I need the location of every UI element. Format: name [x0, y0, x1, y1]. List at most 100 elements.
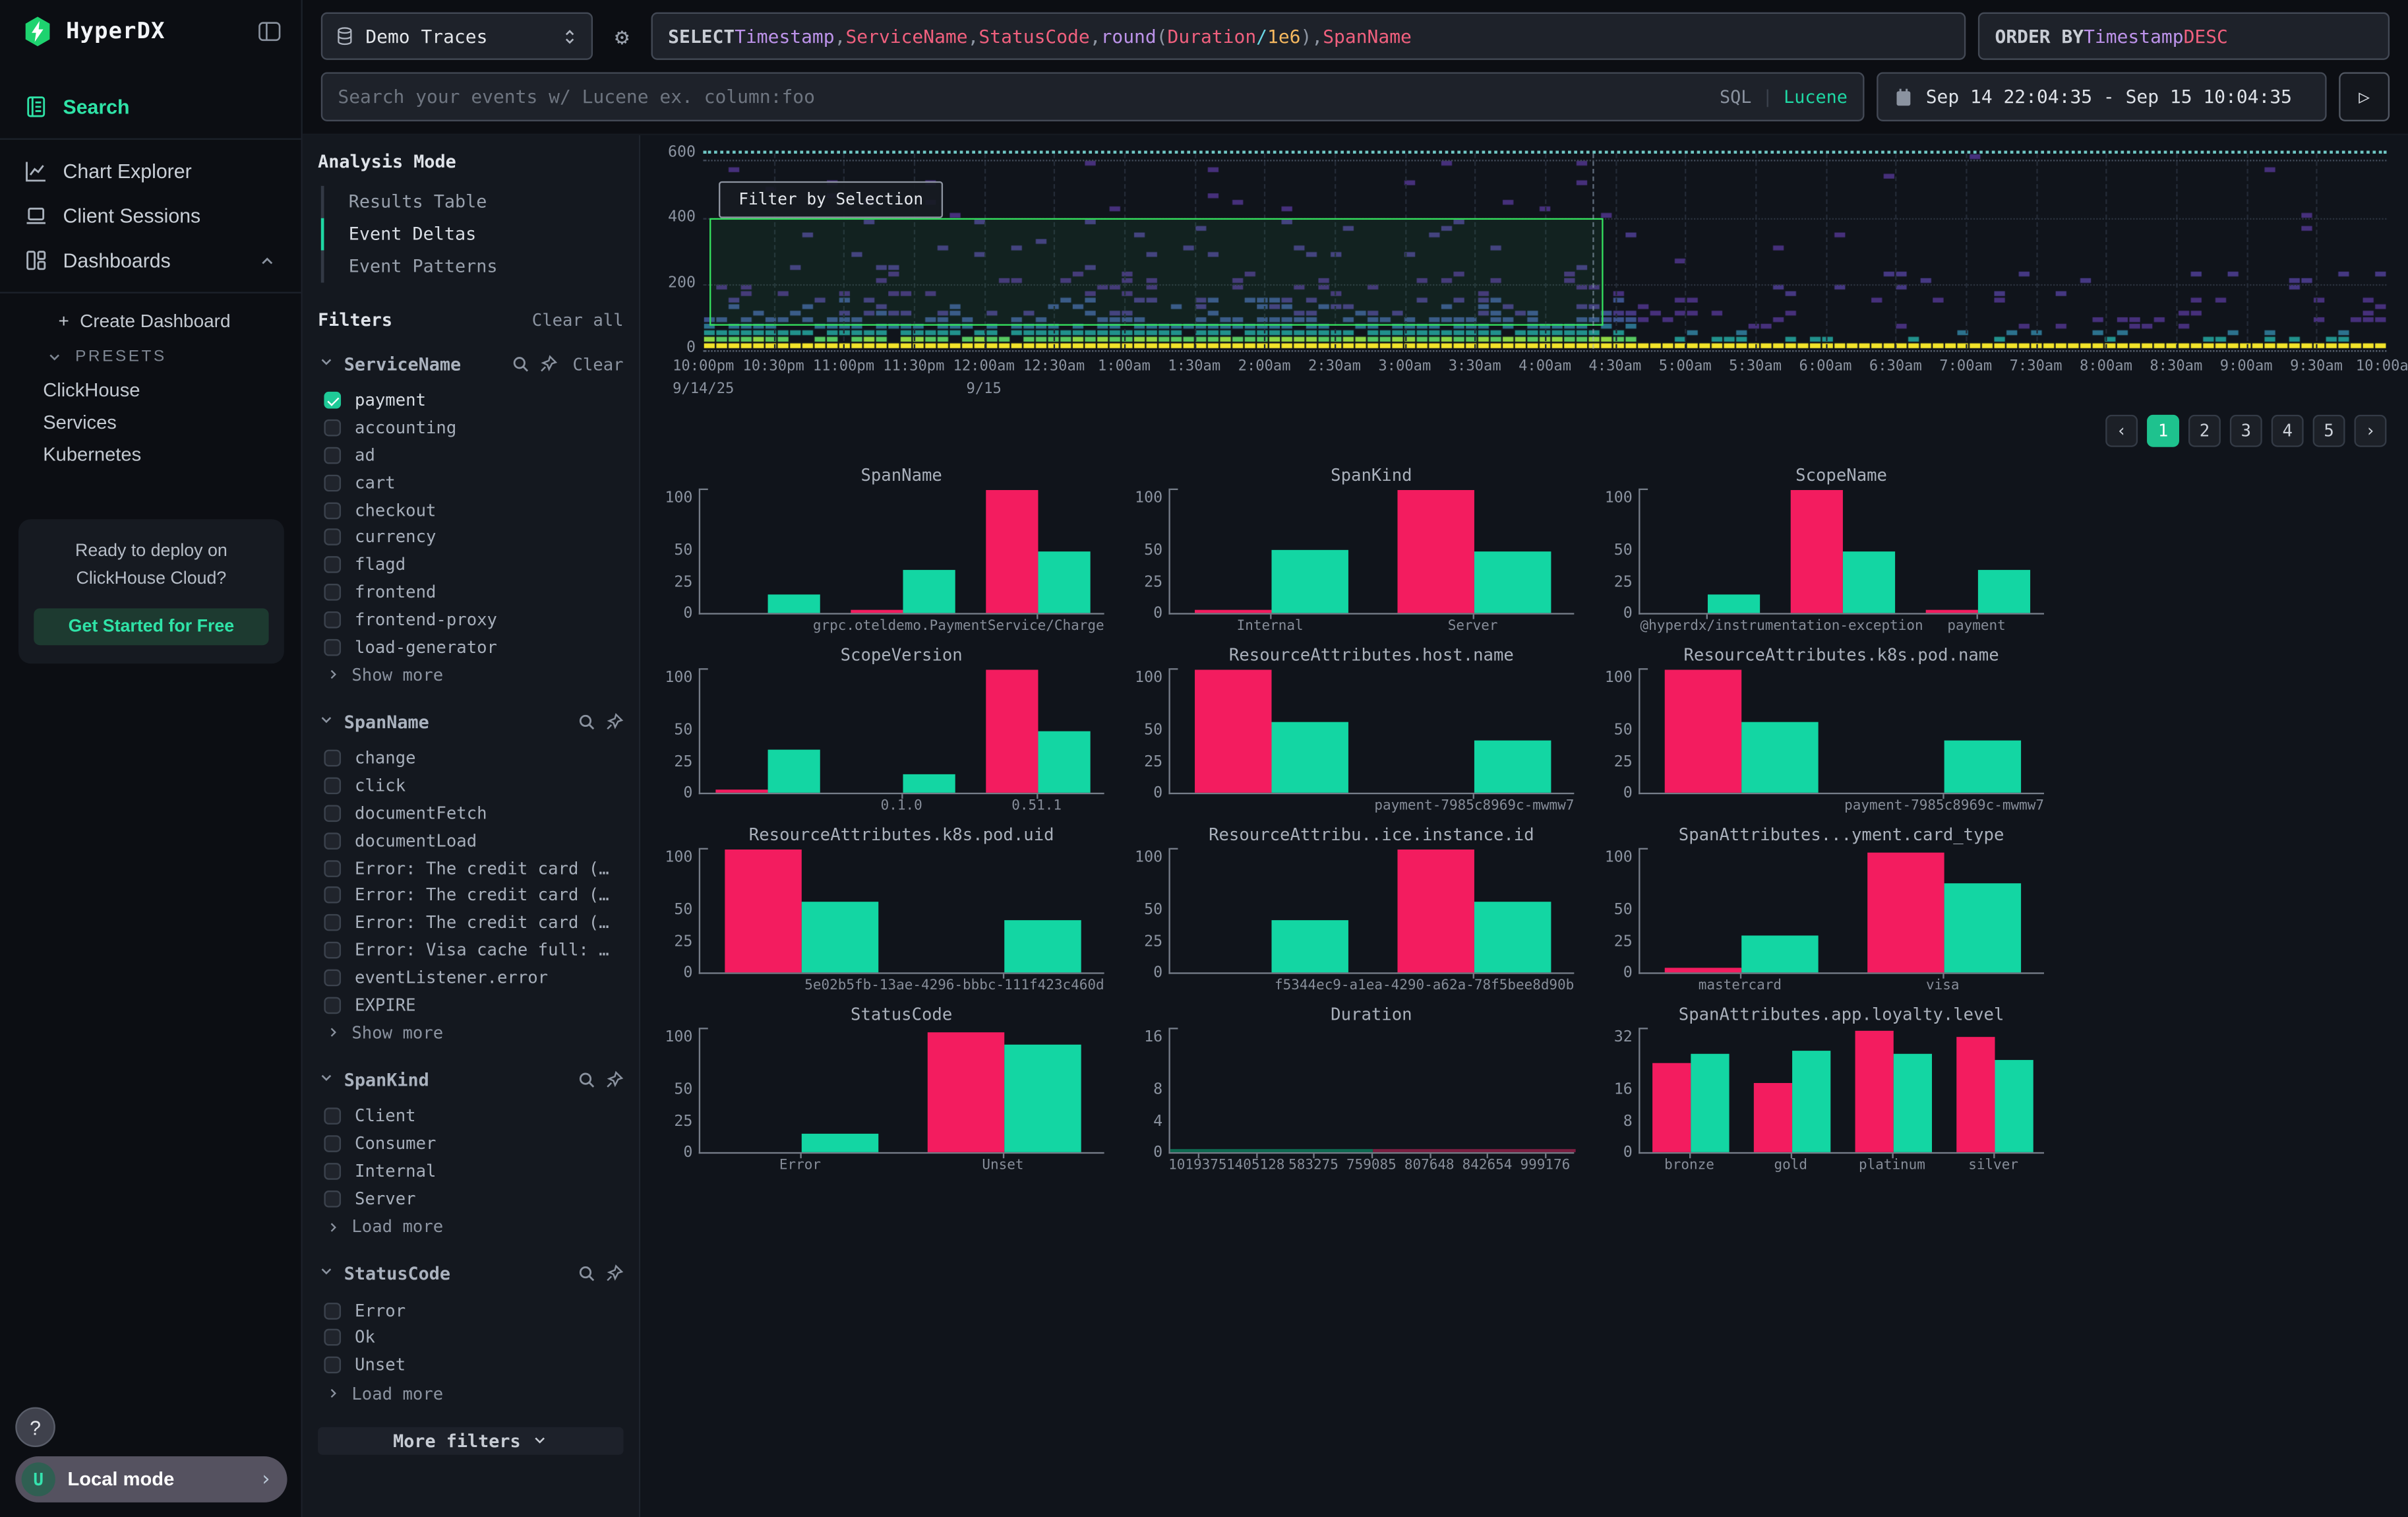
mode-event-deltas[interactable]: Event Deltas: [321, 218, 624, 251]
search-input[interactable]: [322, 74, 1863, 120]
filter-option-frontend-proxy[interactable]: frontend-proxy: [318, 606, 623, 633]
clear-group-button[interactable]: Clear: [572, 354, 623, 374]
filter-option-payment[interactable]: payment: [318, 387, 623, 414]
preset-services[interactable]: Services: [0, 406, 301, 438]
checkbox[interactable]: [324, 502, 341, 519]
source-select[interactable]: Demo Traces: [321, 13, 593, 60]
events-heatmap[interactable]: 6004002000Filter by Selection10:00pm10:3…: [640, 135, 2408, 409]
run-query-button[interactable]: ▷: [2339, 72, 2390, 121]
page-button-1[interactable]: 1: [2147, 415, 2179, 447]
checkbox[interactable]: [324, 996, 341, 1013]
mode-sql[interactable]: SQL: [1720, 86, 1751, 108]
page-button-3[interactable]: 3: [2230, 415, 2262, 447]
checkbox[interactable]: [324, 611, 341, 628]
filter-option-cart[interactable]: cart: [318, 469, 623, 496]
filter-option-client[interactable]: Client: [318, 1103, 623, 1130]
filter-option-load-generator[interactable]: load-generator: [318, 633, 623, 660]
filter-option-errorthecreditcard[interactable]: Error: The credit card (…: [318, 909, 623, 936]
checkbox[interactable]: [324, 1108, 341, 1125]
clear-all-button[interactable]: Clear all: [532, 309, 624, 329]
filter-option-unset[interactable]: Unset: [318, 1351, 623, 1378]
sidebar-item-client-sessions[interactable]: Client Sessions: [0, 193, 301, 238]
checkbox[interactable]: [324, 638, 341, 656]
delta-chart-resourceattribu-ice-instance-id[interactable]: ResourceAttribu..ice.instance.id02550100…: [1123, 820, 1584, 1001]
checkbox[interactable]: [324, 557, 341, 574]
checkbox[interactable]: [324, 1135, 341, 1152]
search-icon[interactable]: [578, 1264, 596, 1283]
filter-option-flagd[interactable]: flagd: [318, 551, 623, 578]
create-dashboard-button[interactable]: + Create Dashboard: [0, 303, 301, 340]
checkbox[interactable]: [324, 1163, 341, 1180]
filter-option-documentfetch[interactable]: documentFetch: [318, 799, 623, 826]
filter-option-errorvisacachefull[interactable]: Error: Visa cache full: …: [318, 937, 623, 964]
pin-icon[interactable]: [539, 355, 557, 373]
show-more-button[interactable]: Show more: [318, 662, 623, 689]
filter-by-selection-button[interactable]: Filter by Selection: [719, 181, 943, 218]
delta-chart-resourceattributes-host-name[interactable]: ResourceAttributes.host.name02550100paym…: [1123, 640, 1584, 820]
heatmap-plot[interactable]: Filter by Selection: [704, 154, 2387, 349]
pin-icon[interactable]: [605, 713, 624, 731]
checkbox[interactable]: [324, 1190, 341, 1207]
checkbox[interactable]: [324, 584, 341, 601]
filter-option-currency[interactable]: currency: [318, 524, 623, 551]
filter-option-ad[interactable]: ad: [318, 442, 623, 469]
collapse-sidebar-icon[interactable]: [256, 20, 283, 43]
mode-event-patterns[interactable]: Event Patterns: [321, 251, 624, 283]
page-button-2[interactable]: 2: [2188, 415, 2221, 447]
filter-group-header-StatusCode[interactable]: StatusCode: [318, 1263, 623, 1285]
checkbox[interactable]: [324, 859, 341, 877]
delta-chart-duration[interactable]: Duration04816101937514051285832757590858…: [1123, 1000, 1584, 1180]
checkbox[interactable]: [324, 1329, 341, 1346]
gear-icon[interactable]: ⚙: [605, 13, 639, 60]
filter-option-consumer[interactable]: Consumer: [318, 1130, 623, 1158]
checkbox[interactable]: [324, 805, 341, 822]
filter-option-click[interactable]: click: [318, 772, 623, 799]
filter-option-server[interactable]: Server: [318, 1185, 623, 1212]
delta-chart-spanattributes-app-loyalty-level[interactable]: SpanAttributes.app.loyalty.level081632br…: [1592, 1000, 2053, 1180]
user-menu[interactable]: U Local mode ›: [15, 1456, 287, 1502]
checkbox[interactable]: [324, 887, 341, 904]
checkbox[interactable]: [324, 969, 341, 986]
filter-group-header-SpanName[interactable]: SpanName: [318, 711, 623, 733]
time-range-picker[interactable]: Sep 14 22:04:35 - Sep 15 10:04:35: [1877, 72, 2326, 121]
preset-kubernetes[interactable]: Kubernetes: [0, 438, 301, 470]
help-button[interactable]: ?: [15, 1407, 55, 1447]
delta-chart-resourceattributes-k8s-pod-name[interactable]: ResourceAttributes.k8s.pod.name02550100p…: [1592, 640, 2053, 820]
filter-option-documentload[interactable]: documentLoad: [318, 827, 623, 854]
checkbox[interactable]: [324, 392, 341, 410]
checkbox[interactable]: [324, 447, 341, 464]
preset-clickhouse[interactable]: ClickHouse: [0, 373, 301, 406]
delta-chart-resourceattributes-k8s-pod-uid[interactable]: ResourceAttributes.k8s.pod.uid025501005e…: [653, 820, 1114, 1001]
page-prev-button[interactable]: ‹: [2105, 415, 2138, 447]
filter-option-ok[interactable]: Ok: [318, 1324, 623, 1351]
more-filters-button[interactable]: More filters: [318, 1427, 623, 1454]
filter-option-checkout[interactable]: checkout: [318, 497, 623, 524]
filter-option-error[interactable]: Error: [318, 1297, 623, 1324]
delta-chart-spanname[interactable]: SpanName02550100grpc.oteldemo.PaymentSer…: [653, 461, 1114, 641]
checkbox[interactable]: [324, 750, 341, 767]
page-next-button[interactable]: ›: [2355, 415, 2387, 447]
checkbox[interactable]: [324, 832, 341, 850]
filter-group-header-SpanKind[interactable]: SpanKind: [318, 1069, 623, 1091]
sidebar-item-search[interactable]: Search: [0, 84, 301, 129]
selection-box[interactable]: [710, 218, 1604, 326]
checkbox[interactable]: [324, 1357, 341, 1374]
mode-lucene[interactable]: Lucene: [1784, 86, 1848, 108]
filter-option-eventlistenererror[interactable]: eventListener.error: [318, 964, 623, 991]
filter-option-accounting[interactable]: accounting: [318, 414, 623, 441]
checkbox[interactable]: [324, 474, 341, 491]
checkbox[interactable]: [324, 529, 341, 546]
checkbox[interactable]: [324, 942, 341, 959]
mode-results-table[interactable]: Results Table: [321, 186, 624, 218]
delta-chart-scopeversion[interactable]: ScopeVersion025501000.1.00.51.1: [653, 640, 1114, 820]
checkbox[interactable]: [324, 914, 341, 931]
checkbox[interactable]: [324, 1302, 341, 1319]
sql-orderby-input[interactable]: ORDER BY Timestamp DESC: [1978, 13, 2390, 60]
load-more-button[interactable]: Load more: [318, 1380, 623, 1407]
delta-chart-spanattributes-yment-card-type[interactable]: SpanAttributes...yment.card_type02550100…: [1592, 820, 2053, 1001]
filter-group-header-ServiceName[interactable]: ServiceNameClear: [318, 354, 623, 375]
delta-chart-scopename[interactable]: ScopeName02550100@hyperdx/instrumentatio…: [1592, 461, 2053, 641]
checkbox[interactable]: [324, 419, 341, 437]
pin-icon[interactable]: [605, 1264, 624, 1283]
search-icon[interactable]: [578, 713, 596, 731]
